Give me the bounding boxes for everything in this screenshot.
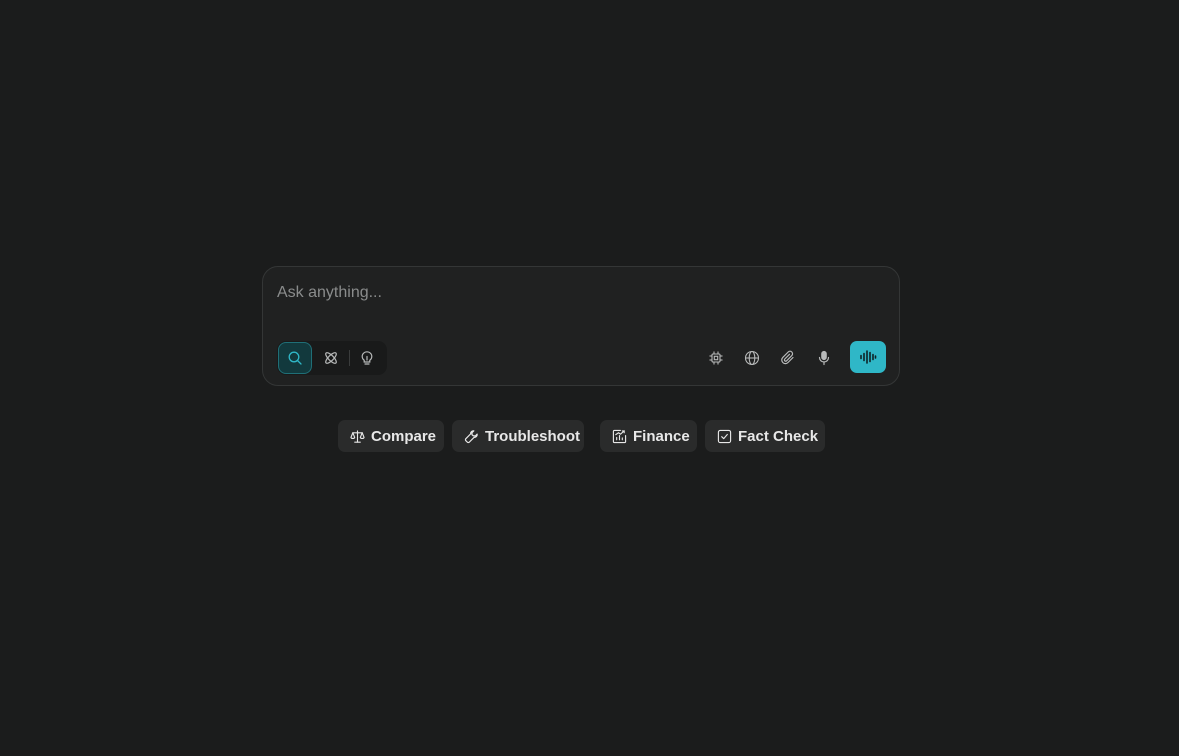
waveform-icon (859, 349, 877, 365)
lightbulb-icon (359, 350, 375, 366)
scale-icon (349, 428, 365, 444)
attach-button[interactable] (774, 345, 802, 371)
mode-toggle (277, 341, 387, 375)
suggestion-label: Troubleshoot (485, 427, 580, 445)
chip-icon (708, 350, 724, 366)
sources-button[interactable] (738, 345, 766, 371)
search-icon (287, 350, 303, 366)
page: Compare Troubleshoot Finance (0, 0, 1179, 756)
wrench-icon (463, 428, 479, 444)
suggestion-troubleshoot[interactable]: Troubleshoot (452, 420, 584, 452)
research-mode-button[interactable] (314, 342, 348, 374)
globe-icon (744, 350, 760, 366)
ask-input[interactable] (277, 281, 877, 305)
suggestion-compare[interactable]: Compare (338, 420, 444, 452)
atom-icon (323, 350, 339, 366)
suggestion-label: Fact Check (738, 427, 819, 445)
chart-icon (611, 428, 627, 444)
suggestion-finance[interactable]: Finance (600, 420, 697, 452)
microphone-icon (816, 350, 832, 366)
checkbox-icon (716, 428, 732, 444)
suggestion-label: Finance (633, 427, 690, 445)
paperclip-icon (780, 350, 796, 366)
suggestion-label: Compare (371, 427, 437, 445)
suggestion-fact-check[interactable]: Fact Check (705, 420, 825, 452)
model-button[interactable] (702, 345, 730, 371)
voice-mode-button[interactable] (850, 341, 886, 373)
search-mode-button[interactable] (278, 342, 312, 374)
labs-mode-button[interactable] (350, 342, 384, 374)
composer (262, 266, 900, 386)
dictation-button[interactable] (810, 345, 838, 371)
